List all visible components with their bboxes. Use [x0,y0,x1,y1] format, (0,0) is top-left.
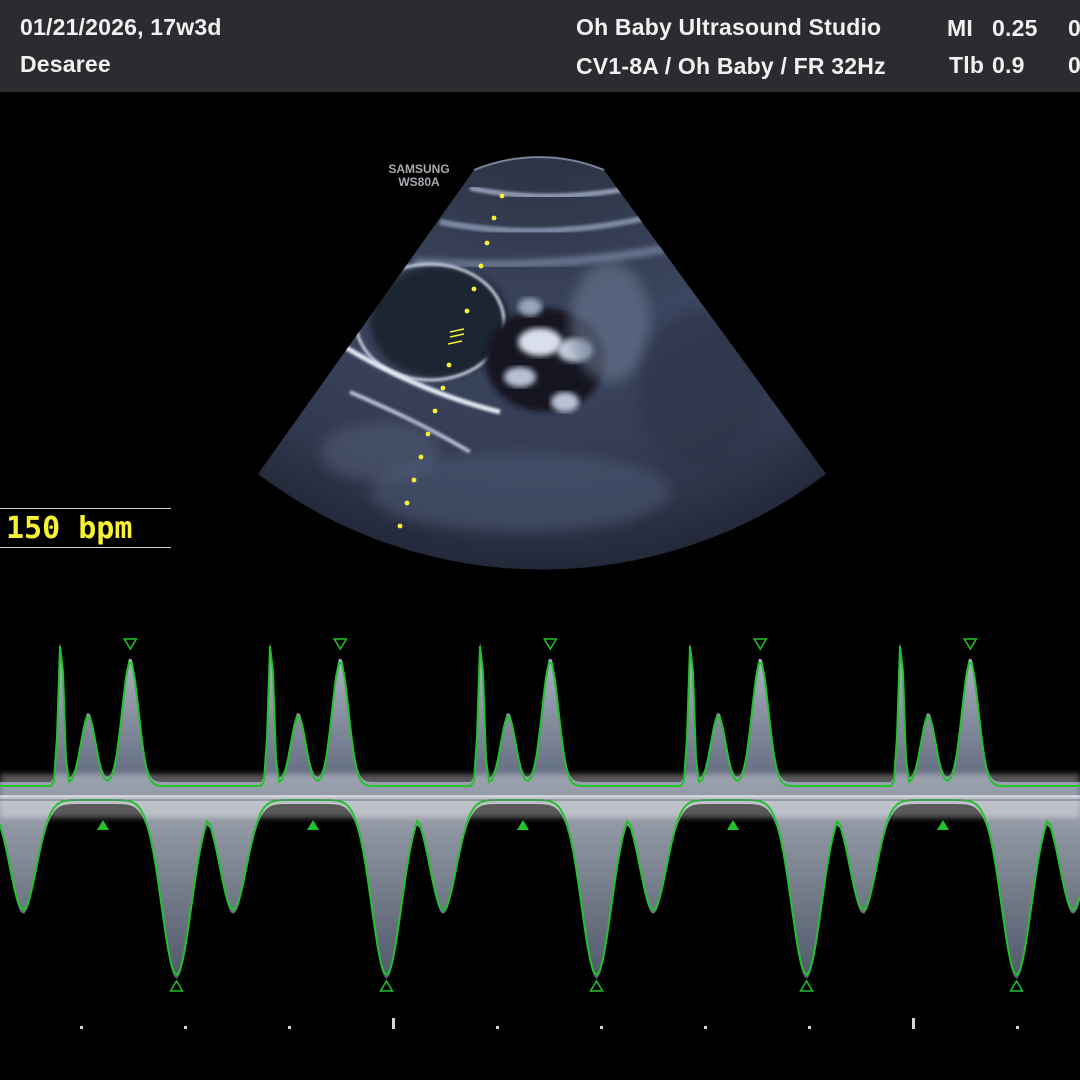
mi-cutoff: 0 [1068,15,1080,41]
time-tick-major [912,1018,915,1029]
cycle-marker [307,820,319,830]
ultrasound-image [0,156,1080,1029]
cursor-dot [440,385,446,391]
cycle-marker [517,820,529,830]
cursor-dot [464,308,470,314]
trough-marker [169,979,184,992]
peak-marker [542,638,558,651]
time-tick [808,1026,811,1029]
cursor-dot [499,193,505,199]
cycle-marker [727,820,739,830]
cursor-dot [491,215,497,221]
time-scale [80,1018,1019,1029]
cycle-marker [937,820,949,830]
cursor-dot [411,477,417,483]
device-brand: SAMSUNG WS80A [374,163,464,189]
time-tick [288,1026,291,1029]
mi-label: MI [947,15,973,41]
cursor-dot [484,240,490,246]
cursor-dot [425,431,431,437]
ultrasound-display: SAMSUNG WS80A 150 bpm [0,92,1080,1080]
time-tick-major [392,1018,395,1029]
cursor-dot [404,500,410,506]
peak-marker [332,638,348,651]
trough-marker [1009,979,1024,992]
trough-marker [799,979,814,992]
brand-line-2: WS80A [398,175,440,189]
time-tick [80,1026,83,1029]
cursor-dot [397,523,403,529]
tib-cutoff: 0 [1068,52,1080,78]
heart-rate-readout: 150 bpm [0,508,171,548]
cursor-dot [471,286,477,292]
spectrum-forward-flow [0,642,1080,796]
time-tick [496,1026,499,1029]
b-mode-sector [258,156,826,570]
patient-name: Desaree [20,51,111,77]
tib-label: Tlb [949,52,985,78]
cursor-dot [478,263,484,269]
header-bar: 01/21/2026, 17w3d Desaree Oh Baby Ultras… [0,0,1080,92]
cursor-dot [432,408,438,414]
peak-marker [122,638,138,651]
peak-marker [752,638,768,651]
time-tick [704,1026,707,1029]
peak-marker [962,638,978,651]
mi-value: 0.25 [992,15,1038,41]
time-tick [1016,1026,1019,1029]
studio-name: Oh Baby Ultrasound Studio [576,14,882,40]
exam-date-ga: 01/21/2026, 17w3d [20,14,222,40]
time-tick [600,1026,603,1029]
tib-value: 0.9 [992,52,1025,78]
trough-marker [379,979,394,992]
trough-marker [589,979,604,992]
time-tick [184,1026,187,1029]
cursor-dot [446,362,452,368]
spectrum-reverse-flow [0,796,1080,979]
cursor-dot [418,454,424,460]
doppler-spectrum [0,642,1080,979]
probe-preset: CV1-8A / Oh Baby / FR 32Hz [576,53,886,79]
cycle-marker [97,820,109,830]
